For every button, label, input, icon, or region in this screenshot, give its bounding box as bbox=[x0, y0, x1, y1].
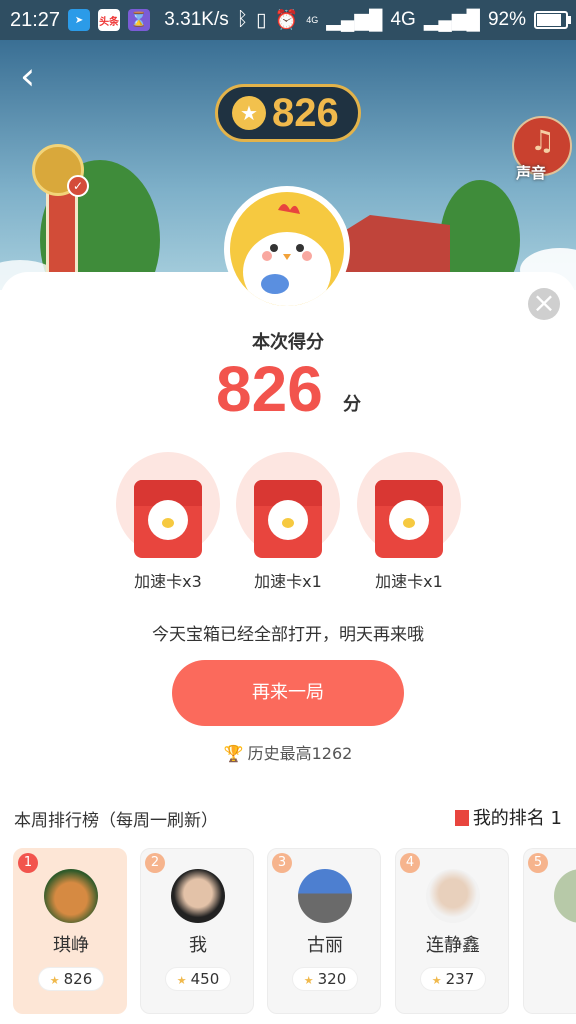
avatar bbox=[171, 869, 225, 923]
chicken-avatar bbox=[224, 186, 350, 312]
chicken-comb bbox=[278, 204, 300, 214]
reward-speed-card-1 bbox=[116, 452, 220, 558]
star-icon: ★ bbox=[431, 974, 442, 987]
check-icon: ✓ bbox=[67, 175, 89, 197]
close-button[interactable]: × bbox=[528, 288, 560, 320]
star-coin-icon: ★ bbox=[232, 96, 266, 130]
reward-label: 加速卡x1 bbox=[375, 572, 443, 591]
chicken-eye-left bbox=[270, 244, 278, 252]
chicken-body bbox=[243, 232, 331, 306]
star-icon: ★ bbox=[303, 974, 314, 987]
network-type: 4G bbox=[390, 9, 416, 30]
rank-card[interactable]: 3 古丽 ★ 320 bbox=[267, 848, 381, 1014]
rank-name: 琪峥 bbox=[53, 935, 89, 956]
avatar bbox=[298, 869, 352, 923]
medal-icon: ✓ bbox=[32, 144, 89, 197]
rank-name: 连静鑫 bbox=[426, 935, 480, 956]
my-rank[interactable]: 我的排名 1 bbox=[454, 804, 562, 830]
history-best-text: 历史最高1262 bbox=[247, 744, 353, 763]
signal-icon: ▂▄▆█ bbox=[326, 9, 383, 31]
avatar bbox=[44, 869, 98, 923]
rank-card[interactable]: 1 琪峥 ★ 826 bbox=[13, 848, 127, 1014]
chicken-blush-left bbox=[262, 251, 272, 261]
star-icon: ★ bbox=[176, 974, 187, 987]
vibrate-icon: ▯ bbox=[256, 9, 267, 31]
my-rank-label: 我的排名 1 bbox=[472, 808, 562, 829]
rank-name: 我 bbox=[189, 935, 207, 956]
score-unit: 分 bbox=[343, 394, 361, 415]
bluetooth-icon: ᛒ bbox=[236, 9, 249, 30]
rank-card[interactable]: 4 连静鑫 ★ 237 bbox=[395, 848, 509, 1014]
red-envelope-icon bbox=[254, 480, 322, 558]
network-speed: 3.31K/s bbox=[164, 9, 229, 30]
rank-score: ★ 320 bbox=[292, 967, 358, 991]
avatar bbox=[426, 869, 480, 923]
rank-score-value: 450 bbox=[190, 970, 220, 988]
reward-label: 加速卡x1 bbox=[254, 572, 322, 591]
chest-notice: 今天宝箱已经全部打开，明天再来哦 bbox=[152, 625, 424, 645]
rank-number: 3 bbox=[272, 853, 292, 873]
star-icon: ★ bbox=[49, 974, 60, 987]
reward-speed-card-3 bbox=[357, 452, 461, 558]
rank-score-value: 320 bbox=[317, 970, 347, 988]
score-label: 本次得分 bbox=[252, 332, 324, 353]
music-note-icon: ♫ bbox=[530, 124, 556, 157]
sound-label[interactable]: 声音 bbox=[516, 162, 546, 183]
rank-number: 4 bbox=[400, 853, 420, 873]
coin-score-value: 826 bbox=[272, 90, 339, 135]
rank-score: ★ 450 bbox=[165, 967, 231, 991]
rank-score: ★ 237 bbox=[420, 967, 486, 991]
rank-number: 1 bbox=[18, 853, 38, 873]
hourglass-app-icon: ⌛ bbox=[128, 9, 151, 31]
history-best: 🏆 历史最高1262 bbox=[0, 740, 576, 764]
rank-score-value: 237 bbox=[445, 970, 475, 988]
battery-percent: 92% bbox=[487, 9, 526, 30]
status-time: 21:27 bbox=[10, 8, 61, 31]
toutiao-app-icon: 头条 bbox=[98, 9, 121, 31]
chicken-eye-right bbox=[296, 244, 304, 252]
rank-card[interactable]: 5 bbox=[523, 848, 576, 1014]
alarm-icon: ⏰ bbox=[274, 10, 299, 31]
status-bar: 21:27 ➤ 头条 ⌛ 3.31K/s ᛒ ▯ ⏰ 4G ▂▄▆█ 4G ▂▄… bbox=[0, 0, 576, 40]
trophy-icon: 🏆 bbox=[223, 744, 244, 763]
signal-icon-2: ▂▄▆█ bbox=[423, 9, 480, 31]
reward-label: 加速卡x3 bbox=[134, 572, 202, 591]
network-mini-label: 4G bbox=[306, 15, 319, 25]
avatar bbox=[554, 869, 576, 923]
chicken-illustration bbox=[243, 204, 331, 306]
rank-number: 2 bbox=[145, 853, 165, 873]
red-envelope-icon bbox=[134, 480, 202, 558]
rank-card[interactable]: 2 我 ★ 450 bbox=[140, 848, 254, 1014]
rank-number: 5 bbox=[528, 853, 548, 873]
chicken-ball bbox=[261, 274, 289, 294]
battery-icon bbox=[534, 11, 571, 29]
red-envelope-icon bbox=[375, 480, 443, 558]
rank-flag-icon bbox=[454, 810, 469, 826]
reward-speed-card-2 bbox=[236, 452, 340, 558]
score-value: 826 bbox=[216, 353, 323, 425]
rank-score-value: 826 bbox=[63, 970, 93, 988]
chicken-blush-right bbox=[302, 251, 312, 261]
rank-name: 古丽 bbox=[307, 935, 343, 956]
feather-app-icon: ➤ bbox=[68, 9, 91, 31]
ranking-title: 本周排行榜（每周一刷新） bbox=[14, 811, 218, 831]
coin-score-pill: ★ 826 bbox=[215, 84, 361, 142]
rank-score: ★ 826 bbox=[38, 967, 104, 991]
play-again-button[interactable]: 再来一局 bbox=[172, 660, 404, 726]
back-button[interactable]: ‹ bbox=[20, 57, 60, 98]
